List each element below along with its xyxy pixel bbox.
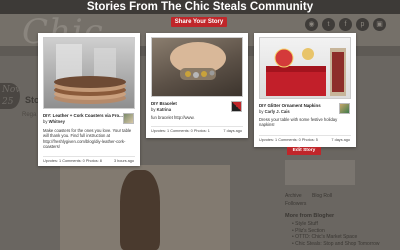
author-avatar[interactable] — [339, 103, 350, 114]
story-stats: Upvotes: 1 Comments: 0 Photos: 1 — [151, 129, 210, 133]
story-author-name[interactable]: Whitney — [49, 119, 65, 124]
card-divider — [151, 126, 243, 127]
story-age: 7 days ago — [331, 138, 350, 142]
overlay-title: Stories From The Chic Steals Community — [86, 1, 314, 13]
post-date-month: Nov — [2, 85, 21, 95]
story-photo[interactable] — [43, 37, 135, 109]
post-date-day: 25 — [2, 97, 14, 107]
more-from-item[interactable]: Chic Steals: Stop and Shop Tomorrow — [292, 241, 379, 248]
story-stats: Upvotes: 1 Comments: 0 Photos: 8 — [43, 159, 102, 163]
story-photo[interactable] — [259, 37, 351, 99]
story-author-prefix: by — [151, 107, 156, 112]
story-card[interactable]: DIY: Leather + Cork Coasters via Fro... … — [38, 33, 140, 166]
share-your-story-button[interactable]: Share Your Story — [171, 17, 227, 27]
story-author: by Katrina — [151, 107, 171, 112]
card-divider — [43, 156, 135, 157]
post-photo-figure — [120, 170, 160, 250]
story-age: 3 hours ago — [113, 159, 134, 163]
coasters-photo-icon — [54, 44, 126, 104]
sidebar-label-followers[interactable]: Followers — [285, 201, 306, 208]
story-author-name[interactable]: Carly J. Cais — [265, 109, 290, 114]
author-avatar[interactable] — [231, 101, 242, 112]
story-card[interactable]: DIY Glitter Ornament Napkins by Carly J.… — [254, 33, 356, 147]
sidebar-label-blogroll[interactable]: Blog Roll — [312, 193, 332, 200]
story-author: by Carly J. Cais — [259, 109, 290, 114]
post-date-badge: Nov 25 — [0, 83, 20, 109]
edit-story-button[interactable]: Edit Story — [287, 147, 321, 155]
more-from-list: Style Stuff Pliz's Section OTTD: Chic's … — [292, 221, 379, 248]
social-icons: ◉ t f p ▣ — [305, 18, 386, 31]
instagram-icon[interactable]: ▣ — [373, 18, 386, 31]
twitter-icon[interactable]: t — [322, 18, 335, 31]
story-author: by Whitney — [43, 119, 65, 124]
story-author-prefix: by — [259, 109, 264, 114]
bracelet-photo-icon — [170, 42, 226, 80]
story-photo[interactable] — [151, 37, 243, 97]
story-title[interactable]: DIY: Leather + Cork Coasters via Fro... — [43, 113, 123, 118]
story-author-name[interactable]: Katrina — [157, 107, 171, 112]
story-stats: Upvotes: 1 Comments: 0 Photos: 5 — [259, 138, 318, 142]
story-description: Dress your table with some festive holid… — [259, 117, 338, 128]
post-subtitle: Rega — [22, 112, 37, 118]
pinterest-icon[interactable]: p — [356, 18, 369, 31]
story-author-prefix: by — [43, 119, 48, 124]
story-description: Make coasters for the ones you love. You… — [43, 128, 132, 149]
sidebar-widget — [285, 160, 355, 185]
story-description: fun bracelet http://www. — [151, 115, 195, 120]
card-divider — [259, 135, 351, 136]
story-title[interactable]: DIY Bracelet — [151, 101, 177, 106]
story-card[interactable]: DIY Bracelet by Katrina fun bracelet htt… — [146, 33, 248, 138]
sidebar-label-archive[interactable]: Archive — [285, 193, 302, 200]
story-title[interactable]: DIY Glitter Ornament Napkins — [259, 103, 321, 108]
author-avatar[interactable] — [123, 113, 134, 124]
napkins-photo-icon — [266, 48, 346, 96]
more-from-heading: More from Blogher — [285, 213, 335, 219]
story-age: 7 days ago — [223, 129, 242, 133]
rss-icon[interactable]: ◉ — [305, 18, 318, 31]
facebook-icon[interactable]: f — [339, 18, 352, 31]
